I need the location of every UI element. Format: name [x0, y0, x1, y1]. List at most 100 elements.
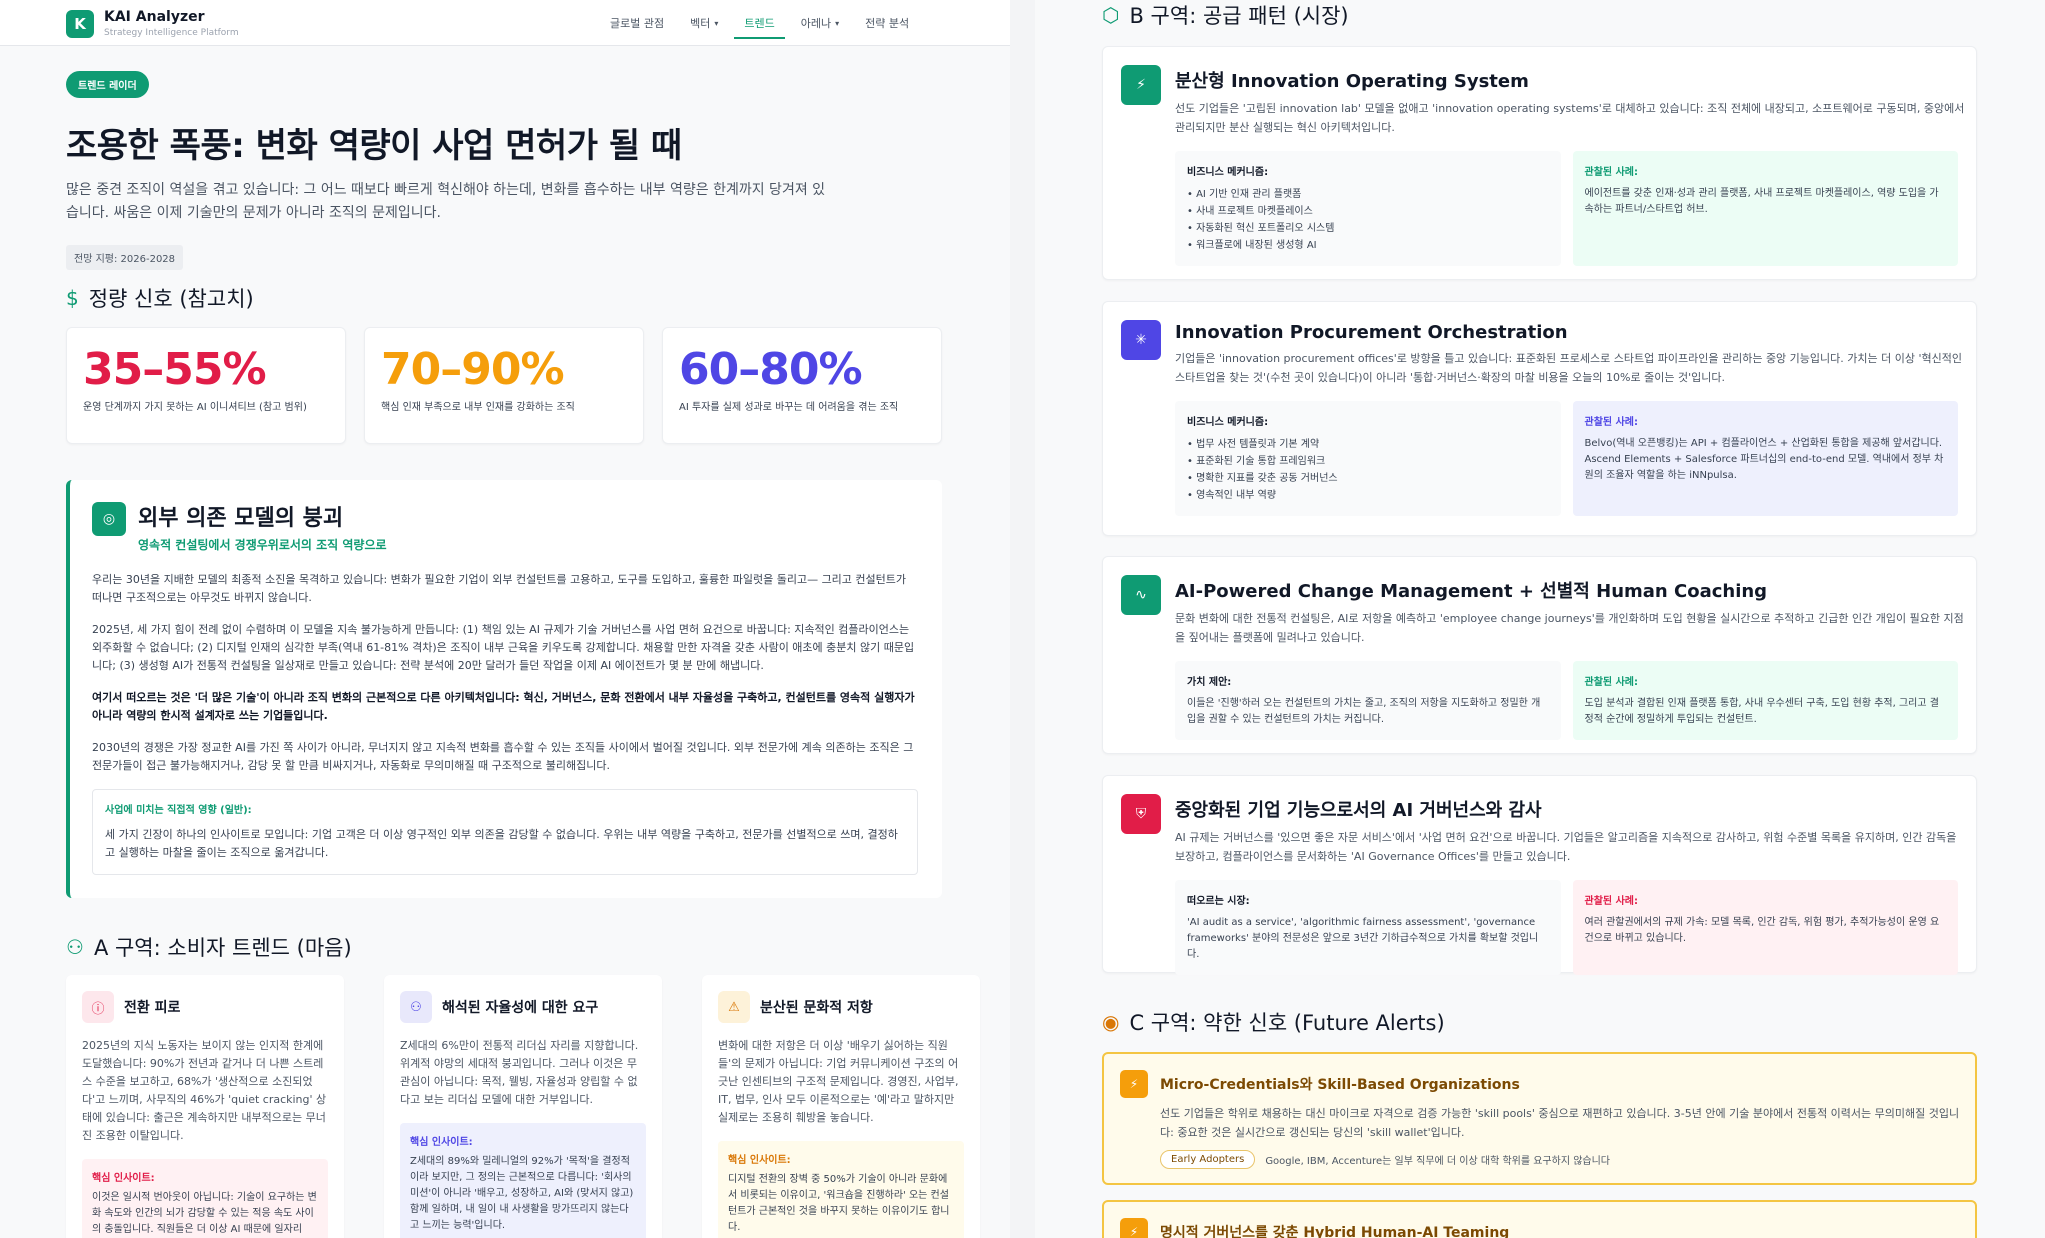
collapse-body: 우리는 30년을 지배한 모델의 최종적 소진을 목격하고 있습니다: 변화가 … [92, 571, 918, 875]
market-box: 떠오르는 시장: 'AI audit as a service', 'algor… [1175, 880, 1561, 975]
nav-strategy[interactable]: 전략 분석 [855, 1, 919, 45]
horizon-badge: 전망 지평: 2026-2028 [66, 245, 184, 270]
main-nav: 글로벌 관점 벡터 ▾ 트렌드 아레나 ▾ 전략 분석 [600, 0, 919, 46]
list-item: AI 기반 인재 관리 플랫폼 [1187, 186, 1549, 203]
case-title: 관찰된 사례: [1584, 167, 1638, 178]
chevron-down-icon: ▾ [714, 18, 719, 28]
zone-a-cards: ⓘ 전환 피로 2025년의 지식 노동자는 보이지 않는 인지적 한계에 도달… [66, 975, 980, 1238]
list-item: 법무 사전 템플릿과 기본 계약 [1187, 436, 1549, 453]
market-title: 떠오르는 시장: [1187, 896, 1250, 907]
nav-trend[interactable]: 트렌드 [734, 1, 786, 45]
metric-card: 70–90% 핵심 인재 부족으로 내부 인재를 강화하는 조직 [364, 327, 644, 444]
metric-value: 35–55% [83, 344, 267, 395]
section-title: C 구역: 약한 신호 (Future Alerts) [1129, 1011, 1445, 1035]
supply-card-title: AI-Powered Change Management + 선별적 Human… [1175, 581, 1768, 602]
supply-card-desc: 문화 변화에 대한 전통적 컨설팅은, AI로 저항을 예측하고 'employ… [1175, 612, 1964, 644]
insight-title: 핵심 인사이트: [728, 1155, 791, 1166]
metric-label: AI 투자를 실제 성과로 바꾸는 데 어려움을 겪는 조직 [679, 402, 899, 413]
insight-desc: Z세대의 89%와 밀레니얼의 92%가 '목적'을 결정적이라 보지만, 그 … [410, 1156, 634, 1231]
supply-card-columns: 가치 제안: 이들은 '진행'하러 오는 컨설턴트의 가치는 줄고, 조직의 저… [1175, 661, 1958, 740]
warning-icon: ⚠ [718, 991, 750, 1023]
weak-signal-card: ⚡ Micro-Credentials와 Skill-Based Organiz… [1102, 1052, 1977, 1185]
mechanism-title: 비즈니스 메커니즘: [1187, 167, 1269, 178]
shield-icon: ⛨ [1121, 794, 1161, 834]
metric-label: 운영 단계까지 가지 못하는 AI 이니셔티브 (참고 범위) [83, 402, 307, 413]
case-desc: 에이전트를 갖춘 인재·성과 관리 플랫폼, 사내 프로젝트 마켓플레이스, 역… [1584, 188, 1939, 215]
nav-vector[interactable]: 벡터 ▾ [680, 1, 728, 45]
supply-card-columns: 비즈니스 메커니즘: 법무 사전 템플릿과 기본 계약 표준화된 기술 통합 프… [1175, 401, 1958, 516]
supply-card-title: 분산형 Innovation Operating System [1175, 71, 1529, 92]
alert-circle-icon: ⓘ [82, 991, 114, 1023]
left-panel: K KAI Analyzer Strategy Intelligence Pla… [0, 0, 1010, 1238]
nav-arena[interactable]: 아레나 ▾ [791, 1, 849, 45]
list-item: 자동화된 혁신 포트폴리오 시스템 [1187, 220, 1549, 237]
list-item: 사내 프로젝트 마켓플레이스 [1187, 203, 1549, 220]
case-title: 관찰된 사례: [1584, 677, 1638, 688]
supply-card-columns: 떠오르는 시장: 'AI audit as a service', 'algor… [1175, 880, 1958, 975]
right-panel: ⬡ B 구역: 공급 패턴 (시장) ⚡ 분산형 Innovation Oper… [1035, 0, 2045, 1238]
metric-cards: 35–55% 운영 단계까지 가지 못하는 AI 이니셔티브 (참고 범위) 7… [66, 327, 942, 444]
market-desc: 'AI audit as a service', 'algorithmic fa… [1187, 917, 1539, 960]
value-title: 가치 제안: [1187, 677, 1232, 688]
insight-title: 핵심 인사이트: [410, 1137, 473, 1148]
section-title: 정량 신호 (참고치) [88, 287, 254, 311]
collapse-subtitle: 영속적 컨설팅에서 경쟁우위로서의 조직 역량으로 [138, 538, 387, 552]
case-desc: 도입 분석과 결합된 인재 플랫폼 통합, 사내 우수센터 구축, 도입 현황 … [1584, 698, 1939, 725]
supply-card-desc: AI 규제는 거버넌스를 '있으면 좋은 자문 서비스'에서 '사업 면허 요건… [1175, 831, 1957, 863]
weak-signal-note: Google, IBM, Accenture는 일부 직무에 더 이상 대학 학… [1265, 1156, 1611, 1167]
trend-card-desc: 변화에 대한 저항은 더 이상 '배우기 싫어하는 직원들'의 문제가 아닙니다… [718, 1039, 959, 1124]
logo-icon[interactable]: K [66, 10, 94, 38]
weak-signal-desc: 선도 기업들은 학위로 채용하는 대신 마이크로 자격으로 검증 가능한 'sk… [1160, 1107, 1960, 1139]
supply-card-desc: 기업들은 'innovation procurement offices'로 방… [1175, 352, 1962, 384]
radar-icon: ◉ [1102, 1010, 1120, 1034]
zap-icon: ⚡ [1120, 1070, 1148, 1098]
list-item: 표준화된 기술 통합 프레임워크 [1187, 453, 1549, 470]
case-desc: 여러 관할권에서의 규제 가속: 모델 목록, 인간 감독, 위험 평가, 추적… [1584, 917, 1940, 944]
collapse-highlight: 여기서 떠오르는 것은 '더 많은 기술'이 아니라 조직 변화의 근본적으로 … [92, 691, 915, 722]
impact-title: 사업에 미치는 직접적 영향 (일반): [105, 805, 252, 816]
supply-card-desc: 선도 기업들은 '고립된 innovation lab' 모델을 없애고 'in… [1175, 102, 1965, 134]
mechanism-title: 비즈니스 메커니즘: [1187, 417, 1269, 428]
trend-card-header: ⚠ 분산된 문화적 저항 [718, 991, 964, 1023]
supply-card: ∿ AI-Powered Change Management + 선별적 Hum… [1102, 556, 1977, 754]
cube-icon: ⬡ [1102, 3, 1120, 27]
section-title: A 구역: 소비자 트렌드 (마음) [93, 936, 352, 960]
impact-box: 사업에 미치는 직접적 영향 (일반): 세 가지 긴장이 하나의 인사이트로 … [92, 789, 918, 875]
case-box: 관찰된 사례: 여러 관할권에서의 규제 가속: 모델 목록, 인간 감독, 위… [1572, 880, 1958, 975]
insight-desc: 디지털 전환의 장벽 중 50%가 기술이 아니라 문화에서 비롯되는 이유이고… [728, 1174, 950, 1233]
trend-card-header: ⓘ 전환 피로 [82, 991, 328, 1023]
users-icon: ⚇ [66, 935, 84, 959]
collapse-paragraph: 2025년, 세 가지 힘이 전례 없이 수렴하며 이 모델을 지속 불가능하게… [92, 623, 915, 672]
mechanism-box: 비즈니스 메커니즘: AI 기반 인재 관리 플랫폼 사내 프로젝트 마켓플레이… [1175, 151, 1561, 266]
trend-card-header: ⚇ 해석된 자율성에 대한 요구 [400, 991, 646, 1023]
list-item: 명확한 지표를 갖춘 공동 거버넌스 [1187, 470, 1549, 487]
nav-global-view[interactable]: 글로벌 관점 [600, 1, 674, 45]
weak-signal-title: 명시적 거버넌스를 갖춘 Hybrid Human-AI Teaming [1160, 1225, 1510, 1238]
supply-card-title: 중앙화된 기업 기능으로서의 AI 거버넌스와 감사 [1175, 800, 1542, 821]
insight-desc: 이것은 일시적 번아웃이 아닙니다: 기술이 요구하는 변화 속도와 인간의 뇌… [92, 1192, 317, 1235]
trend-card-title: 전환 피로 [124, 1000, 181, 1016]
nav-label: 아레나 [800, 17, 832, 30]
chevron-down-icon: ▾ [835, 18, 840, 28]
metric-card: 35–55% 운영 단계까지 가지 못하는 AI 이니셔티브 (참고 범위) [66, 327, 346, 444]
metric-value: 60–80% [679, 344, 863, 395]
insight-title: 핵심 인사이트: [92, 1173, 155, 1184]
collapse-paragraph: 2030년의 경쟁은 가장 정교한 AI를 가진 쪽 사이가 아니라, 무너지지… [92, 741, 914, 772]
nav-label: 벡터 [690, 17, 711, 30]
case-box: 관찰된 사례: 도입 분석과 결합된 인재 플랫폼 통합, 사내 우수센터 구축… [1572, 661, 1958, 740]
sparkle-icon: ✳ [1121, 320, 1161, 360]
hero-section: 트렌드 레이더 조용한 폭풍: 변화 역량이 사업 면허가 될 때 많은 중견 … [66, 71, 826, 270]
case-box: 관찰된 사례: 에이전트를 갖춘 인재·성과 관리 플랫폼, 사내 프로젝트 마… [1572, 151, 1958, 266]
nav-label: 전략 분석 [865, 17, 910, 30]
supply-card-header: ∿ AI-Powered Change Management + 선별적 Hum… [1121, 575, 1964, 647]
weak-signal-card: ⚡ 명시적 거버넌스를 갖춘 Hybrid Human-AI Teaming [1102, 1200, 1977, 1238]
trend-card: ⚠ 분산된 문화적 저항 변화에 대한 저항은 더 이상 '배우기 싫어하는 직… [702, 975, 980, 1238]
app-subtitle: Strategy Intelligence Platform [104, 28, 239, 38]
collapse-paragraph: 우리는 30년을 지배한 모델의 최종적 소진을 목격하고 있습니다: 변화가 … [92, 573, 907, 604]
app-title[interactable]: KAI Analyzer [104, 9, 205, 25]
mechanism-box: 비즈니스 메커니즘: 법무 사전 템플릿과 기본 계약 표준화된 기술 통합 프… [1175, 401, 1561, 516]
weak-signal-title: Micro-Credentials와 Skill-Based Organizat… [1160, 1077, 1520, 1093]
target-icon: ◎ [92, 502, 126, 536]
supply-card: ⚡ 분산형 Innovation Operating System 선도 기업들… [1102, 46, 1977, 280]
trend-card-title: 분산된 문화적 저항 [760, 1000, 873, 1016]
